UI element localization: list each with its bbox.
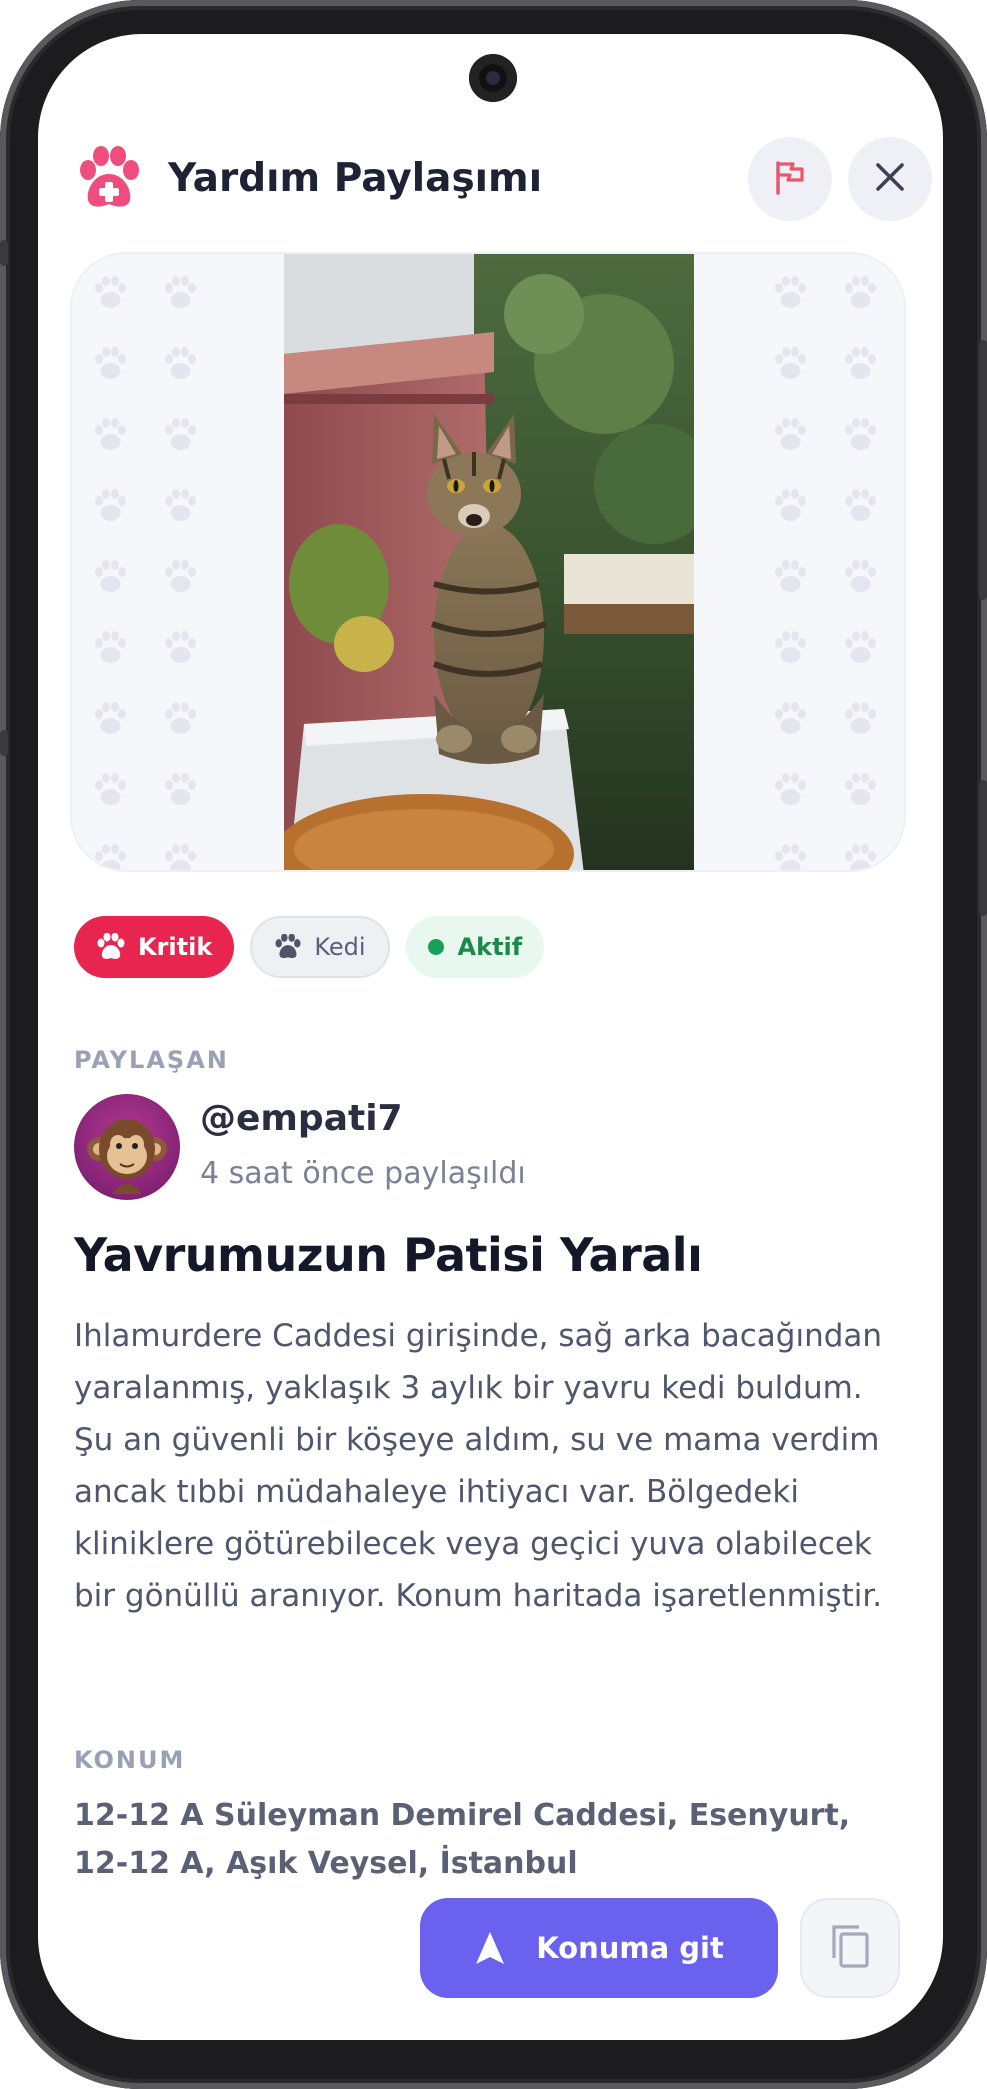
tag-list: Kritik Kedi Aktif — [74, 916, 545, 978]
side-button — [0, 730, 8, 756]
location-address: 12-12 A Süleyman Demirel Caddesi, Esenyu… — [74, 1798, 851, 1881]
paw-icon — [274, 934, 302, 960]
tag-critical[interactable]: Kritik — [74, 916, 235, 978]
front-camera — [469, 54, 517, 102]
go-button-label: Konuma git — [536, 1931, 724, 1965]
author-section-label: PAYLAŞAN — [74, 1046, 229, 1074]
header: Yardım Paylaşımı — [74, 134, 934, 221]
post-time: 4 saat önce paylaşıldı — [200, 1156, 526, 1191]
report-button[interactable] — [748, 137, 832, 221]
paw-icon — [96, 933, 126, 961]
page-title: Yardım Paylaşımı — [168, 156, 543, 201]
post-image-card[interactable] — [70, 252, 906, 872]
copy-address-button[interactable] — [800, 1898, 900, 1998]
tag-cat[interactable]: Kedi — [250, 916, 390, 978]
go-to-location-button[interactable]: Konuma git — [420, 1898, 778, 1998]
post-title: Yavrumuzun Patisi Yaralı — [74, 1228, 703, 1282]
tag-label: Kritik — [138, 933, 213, 961]
location-section-label: KONUM — [74, 1746, 186, 1774]
tag-active[interactable]: Aktif — [405, 916, 545, 978]
app-screen: Yardım Paylaşımı Kritik Kedi Aktif PAYLA… — [38, 34, 943, 2040]
navigation-arrow-icon — [474, 1930, 506, 1966]
paw-medical-icon — [74, 146, 144, 212]
author-username[interactable]: @empati7 — [200, 1098, 403, 1139]
side-button — [0, 240, 8, 266]
volume-button — [979, 340, 987, 600]
phone-frame: Yardım Paylaşımı Kritik Kedi Aktif PAYLA… — [0, 0, 987, 2089]
tag-label: Aktif — [457, 933, 523, 961]
close-icon — [873, 160, 907, 198]
tag-label: Kedi — [314, 933, 366, 961]
copy-icon — [828, 1922, 872, 1974]
post-body: Ihlamurdere Caddesi girişinde, sağ arka … — [74, 1318, 883, 1614]
power-button — [979, 780, 987, 916]
flag-icon — [771, 158, 809, 200]
cat-photo — [284, 254, 694, 870]
close-button[interactable] — [848, 137, 932, 221]
monkey-avatar-icon[interactable] — [74, 1094, 180, 1200]
status-dot-icon — [427, 939, 444, 955]
